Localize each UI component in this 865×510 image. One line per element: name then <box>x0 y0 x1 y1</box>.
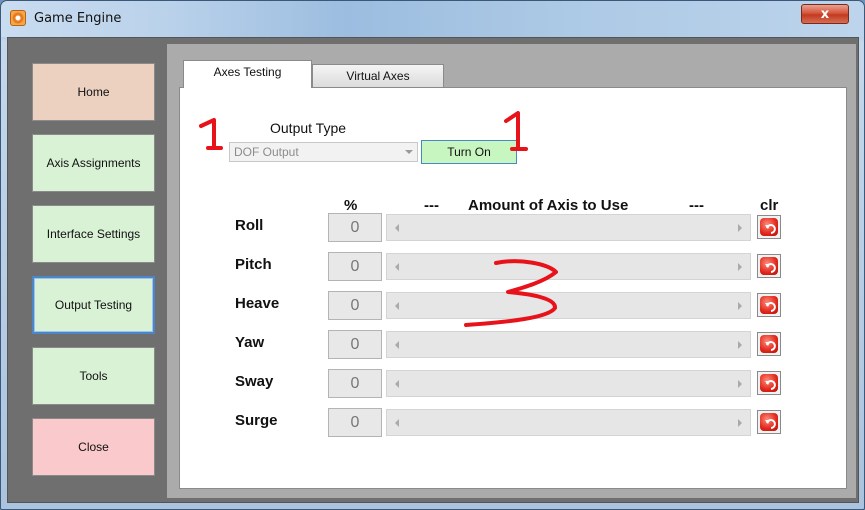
axes-testing-page: Output Type DOF Output Turn On % --- Amo… <box>179 87 847 489</box>
output-type-select[interactable]: DOF Output <box>229 142 418 162</box>
client-area: Home Axis Assignments Interface Settings… <box>7 37 859 503</box>
clear-button-heave[interactable] <box>757 293 781 317</box>
clear-button-pitch[interactable] <box>757 254 781 278</box>
turn-on-button[interactable]: Turn On <box>421 140 517 164</box>
main-panel: Axes Testing Virtual Axes Output Type DO… <box>167 44 856 498</box>
axis-scrollbar-yaw[interactable] <box>386 331 751 358</box>
axis-scrollbar-sway[interactable] <box>386 370 751 397</box>
scroll-right-arrow-icon[interactable] <box>738 224 742 232</box>
axis-scrollbar-pitch[interactable] <box>386 253 751 280</box>
sidebar-item-home[interactable]: Home <box>32 63 155 121</box>
scroll-left-arrow-icon[interactable] <box>395 380 399 388</box>
clear-button-sway[interactable] <box>757 371 781 395</box>
chevron-down-icon <box>405 150 413 154</box>
axis-label-sway: Sway <box>235 373 274 390</box>
scroll-right-arrow-icon[interactable] <box>738 263 742 271</box>
window-title: Game Engine <box>34 11 122 26</box>
undo-icon <box>760 296 778 314</box>
undo-icon <box>760 218 778 236</box>
undo-icon <box>760 413 778 431</box>
axis-label-surge: Surge <box>235 412 278 429</box>
axis-value-heave[interactable]: 0 <box>328 291 382 320</box>
amount-header: Amount of Axis to Use <box>468 197 629 214</box>
sidebar-item-interface-settings[interactable]: Interface Settings <box>32 205 155 263</box>
axis-value-yaw[interactable]: 0 <box>328 330 382 359</box>
app-window: Game Engine x Home Axis Assignments Inte… <box>0 0 865 510</box>
scroll-right-arrow-icon[interactable] <box>738 380 742 388</box>
axis-scrollbar-roll[interactable] <box>386 214 751 241</box>
axis-label-roll: Roll <box>235 217 264 234</box>
scroll-left-arrow-icon[interactable] <box>395 224 399 232</box>
axis-scrollbar-heave[interactable] <box>386 292 751 319</box>
axis-value-sway[interactable]: 0 <box>328 369 382 398</box>
axis-label-pitch: Pitch <box>235 256 272 273</box>
axis-scrollbar-surge[interactable] <box>386 409 751 436</box>
scroll-left-arrow-icon[interactable] <box>395 263 399 271</box>
undo-icon <box>760 335 778 353</box>
clear-button-roll[interactable] <box>757 215 781 239</box>
header-dash-right: --- <box>689 197 704 214</box>
undo-icon <box>760 257 778 275</box>
clr-header: clr <box>760 197 779 214</box>
clear-button-yaw[interactable] <box>757 332 781 356</box>
tab-virtual-axes[interactable]: Virtual Axes <box>312 64 444 88</box>
sidebar-item-output-testing[interactable]: Output Testing <box>32 276 155 334</box>
clear-button-surge[interactable] <box>757 410 781 434</box>
scroll-right-arrow-icon[interactable] <box>738 341 742 349</box>
output-type-label: Output Type <box>270 120 347 136</box>
axis-value-surge[interactable]: 0 <box>328 408 382 437</box>
scroll-right-arrow-icon[interactable] <box>738 419 742 427</box>
app-icon <box>10 10 26 26</box>
scroll-right-arrow-icon[interactable] <box>738 302 742 310</box>
scroll-left-arrow-icon[interactable] <box>395 341 399 349</box>
scroll-left-arrow-icon[interactable] <box>395 302 399 310</box>
axis-label-yaw: Yaw <box>235 334 265 351</box>
sidebar-item-tools[interactable]: Tools <box>32 347 155 405</box>
title-bar[interactable]: Game Engine x <box>1 1 864 37</box>
header-dash-left: --- <box>424 197 439 214</box>
axis-label-heave: Heave <box>235 295 280 312</box>
axis-value-pitch[interactable]: 0 <box>328 252 382 281</box>
scroll-left-arrow-icon[interactable] <box>395 419 399 427</box>
undo-icon <box>760 374 778 392</box>
sidebar-item-close[interactable]: Close <box>32 418 155 476</box>
axis-value-roll[interactable]: 0 <box>328 213 382 242</box>
percent-header: % <box>344 197 358 214</box>
sidebar-item-axis-assignments[interactable]: Axis Assignments <box>32 134 155 192</box>
tab-axes-testing[interactable]: Axes Testing <box>183 60 312 88</box>
window-close-button[interactable]: x <box>801 4 849 24</box>
output-type-value: DOF Output <box>234 145 299 159</box>
